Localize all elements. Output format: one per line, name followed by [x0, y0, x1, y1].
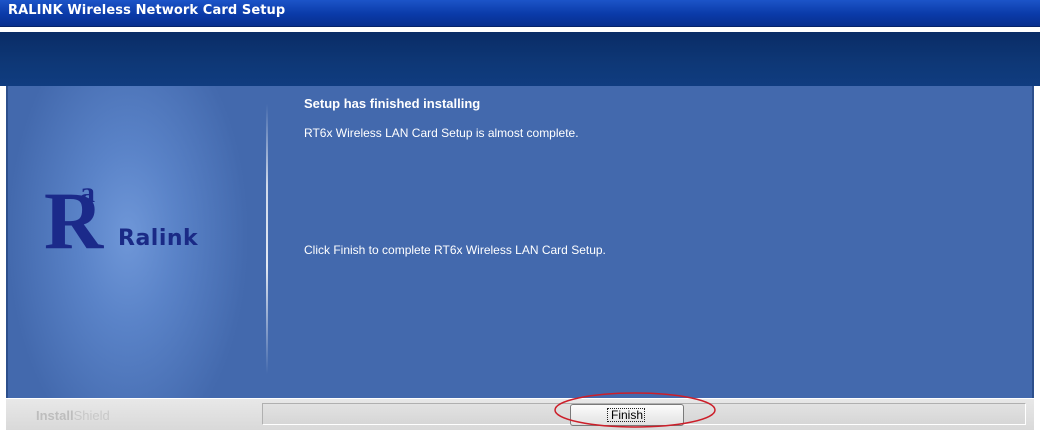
highlight-ellipse-shape [554, 392, 716, 428]
setup-window: RALINK Wireless Network Card Setup R a R… [0, 0, 1040, 430]
content-status-text: RT6x Wireless LAN Card Setup is almost c… [304, 126, 579, 140]
content-heading: Setup has finished installing [304, 96, 481, 111]
main-panel: R a Ralink Setup has finished installing… [6, 86, 1034, 398]
ralink-logo-icon: R a Ralink [38, 178, 268, 276]
window-title: RALINK Wireless Network Card Setup [8, 3, 286, 18]
logo-text: Ralink [118, 226, 199, 251]
content-instruction-text: Click Finish to complete RT6x Wireless L… [304, 243, 606, 257]
branding-panel: R a Ralink [8, 86, 268, 398]
logo-a-glyph: a [80, 176, 95, 209]
footer-bar: InstallShield [6, 398, 1034, 430]
brand-light: Shield [73, 408, 110, 423]
installshield-brand: InstallShield [36, 408, 110, 423]
highlight-ellipse [554, 392, 716, 428]
brand-bold: Install [36, 408, 74, 423]
title-bar[interactable]: RALINK Wireless Network Card Setup [0, 0, 1040, 27]
header-band [0, 32, 1040, 86]
panel-divider [266, 104, 268, 374]
